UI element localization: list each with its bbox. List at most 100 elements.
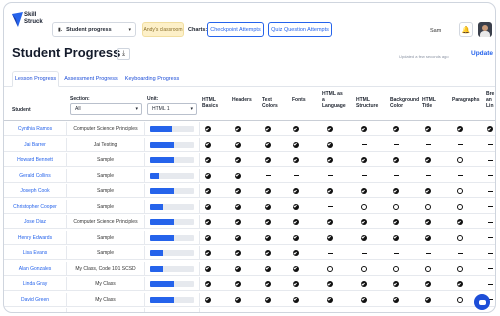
lesson-status-cell[interactable]: [230, 277, 246, 291]
lesson-status-cell[interactable]: [388, 153, 404, 167]
lesson-status-cell[interactable]: [452, 293, 468, 307]
student-name-link[interactable]: Jose Diaz: [4, 215, 66, 229]
lesson-status-cell[interactable]: [388, 215, 404, 229]
lesson-status-cell[interactable]: [230, 153, 246, 167]
lesson-status-cell[interactable]: [322, 231, 338, 245]
user-name[interactable]: Sam: [430, 28, 441, 34]
lesson-status-cell[interactable]: [452, 153, 468, 167]
lesson-status-cell[interactable]: [288, 122, 304, 136]
lesson-status-cell[interactable]: [388, 277, 404, 291]
student-name-link[interactable]: Christopher Cooper: [4, 200, 66, 214]
lesson-status-cell[interactable]: [322, 122, 338, 136]
lesson-status-cell[interactable]: [452, 122, 468, 136]
lesson-status-cell[interactable]: [452, 262, 468, 276]
lesson-status-cell[interactable]: [452, 200, 468, 214]
lesson-status-cell[interactable]: [482, 215, 495, 229]
lesson-status-cell[interactable]: [452, 277, 468, 291]
lesson-status-cell[interactable]: [230, 169, 246, 183]
lesson-status-cell[interactable]: [420, 138, 436, 152]
lesson-status-cell[interactable]: [230, 231, 246, 245]
update-link[interactable]: Update: [471, 50, 493, 57]
view-select[interactable]: ▮. Student progress ▾: [52, 22, 136, 37]
bell-icon[interactable]: 🔔: [459, 22, 473, 37]
lesson-status-cell[interactable]: [356, 184, 372, 198]
lesson-status-cell[interactable]: [388, 138, 404, 152]
lesson-status-cell[interactable]: [482, 231, 495, 245]
lesson-status-cell[interactable]: [200, 138, 216, 152]
lesson-status-cell[interactable]: [452, 246, 468, 260]
lesson-status-cell[interactable]: [356, 153, 372, 167]
avatar[interactable]: [478, 22, 492, 37]
lesson-status-cell[interactable]: [322, 138, 338, 152]
skillstruck-logo-icon[interactable]: [12, 12, 23, 27]
tab-keyboarding-progress[interactable]: Keyboarding Progress: [122, 71, 182, 87]
lesson-status-cell[interactable]: [200, 293, 216, 307]
lesson-status-cell[interactable]: [452, 308, 468, 312]
lesson-status-cell[interactable]: [452, 215, 468, 229]
lesson-status-cell[interactable]: [200, 215, 216, 229]
lesson-status-cell[interactable]: [356, 138, 372, 152]
lesson-status-cell[interactable]: [230, 262, 246, 276]
lesson-status-cell[interactable]: [260, 169, 276, 183]
lesson-status-cell[interactable]: [322, 277, 338, 291]
lesson-status-cell[interactable]: [288, 262, 304, 276]
lesson-status-cell[interactable]: [482, 184, 495, 198]
lesson-status-cell[interactable]: [482, 262, 495, 276]
quiz-question-attempts-button[interactable]: Quiz Question Attempts: [268, 22, 332, 37]
lesson-status-cell[interactable]: [388, 262, 404, 276]
lesson-status-cell[interactable]: [200, 231, 216, 245]
lesson-status-cell[interactable]: [482, 122, 495, 136]
lesson-status-cell[interactable]: [200, 277, 216, 291]
lesson-status-cell[interactable]: [322, 215, 338, 229]
lesson-status-cell[interactable]: [200, 184, 216, 198]
lesson-status-cell[interactable]: [356, 246, 372, 260]
lesson-status-cell[interactable]: [288, 169, 304, 183]
lesson-status-cell[interactable]: [322, 262, 338, 276]
lesson-status-cell[interactable]: [288, 231, 304, 245]
lesson-status-cell[interactable]: [260, 153, 276, 167]
student-name-link[interactable]: Henry Edwards: [4, 231, 66, 245]
student-name-link[interactable]: Linda Gray: [4, 277, 66, 291]
lesson-status-cell[interactable]: [452, 231, 468, 245]
lesson-status-cell[interactable]: [420, 169, 436, 183]
lesson-status-cell[interactable]: [388, 308, 404, 312]
lesson-status-cell[interactable]: [356, 293, 372, 307]
lesson-status-cell[interactable]: [288, 277, 304, 291]
student-name-link[interactable]: Alan Gonzales: [4, 262, 66, 276]
student-name-link[interactable]: [4, 308, 66, 312]
lesson-status-cell[interactable]: [200, 308, 216, 312]
lesson-status-cell[interactable]: [420, 308, 436, 312]
lesson-status-cell[interactable]: [356, 277, 372, 291]
lesson-status-cell[interactable]: [260, 308, 276, 312]
lesson-status-cell[interactable]: [200, 246, 216, 260]
lesson-status-cell[interactable]: [200, 262, 216, 276]
lesson-status-cell[interactable]: [322, 184, 338, 198]
lesson-status-cell[interactable]: [200, 169, 216, 183]
lesson-status-cell[interactable]: [452, 169, 468, 183]
lesson-status-cell[interactable]: [388, 293, 404, 307]
lesson-status-cell[interactable]: [388, 200, 404, 214]
lesson-status-cell[interactable]: [420, 293, 436, 307]
lesson-status-cell[interactable]: [322, 293, 338, 307]
tab-lesson-progress[interactable]: Lesson Progress: [12, 71, 59, 87]
lesson-status-cell[interactable]: [322, 169, 338, 183]
lesson-status-cell[interactable]: [388, 246, 404, 260]
lesson-status-cell[interactable]: [420, 231, 436, 245]
lesson-status-cell[interactable]: [230, 184, 246, 198]
lesson-status-cell[interactable]: [420, 153, 436, 167]
lesson-status-cell[interactable]: [356, 200, 372, 214]
lesson-status-cell[interactable]: [260, 200, 276, 214]
lesson-status-cell[interactable]: [288, 215, 304, 229]
chat-icon[interactable]: [474, 294, 490, 310]
checkpoint-attempts-button[interactable]: Checkpoint Attempts: [207, 22, 264, 37]
lesson-status-cell[interactable]: [200, 153, 216, 167]
lesson-status-cell[interactable]: [260, 215, 276, 229]
lesson-status-cell[interactable]: [230, 246, 246, 260]
lesson-status-cell[interactable]: [356, 308, 372, 312]
lesson-status-cell[interactable]: [288, 200, 304, 214]
student-name-link[interactable]: Joseph Cook: [4, 184, 66, 198]
lesson-status-cell[interactable]: [420, 246, 436, 260]
lesson-status-cell[interactable]: [482, 277, 495, 291]
lesson-status-cell[interactable]: [356, 215, 372, 229]
lesson-status-cell[interactable]: [356, 231, 372, 245]
